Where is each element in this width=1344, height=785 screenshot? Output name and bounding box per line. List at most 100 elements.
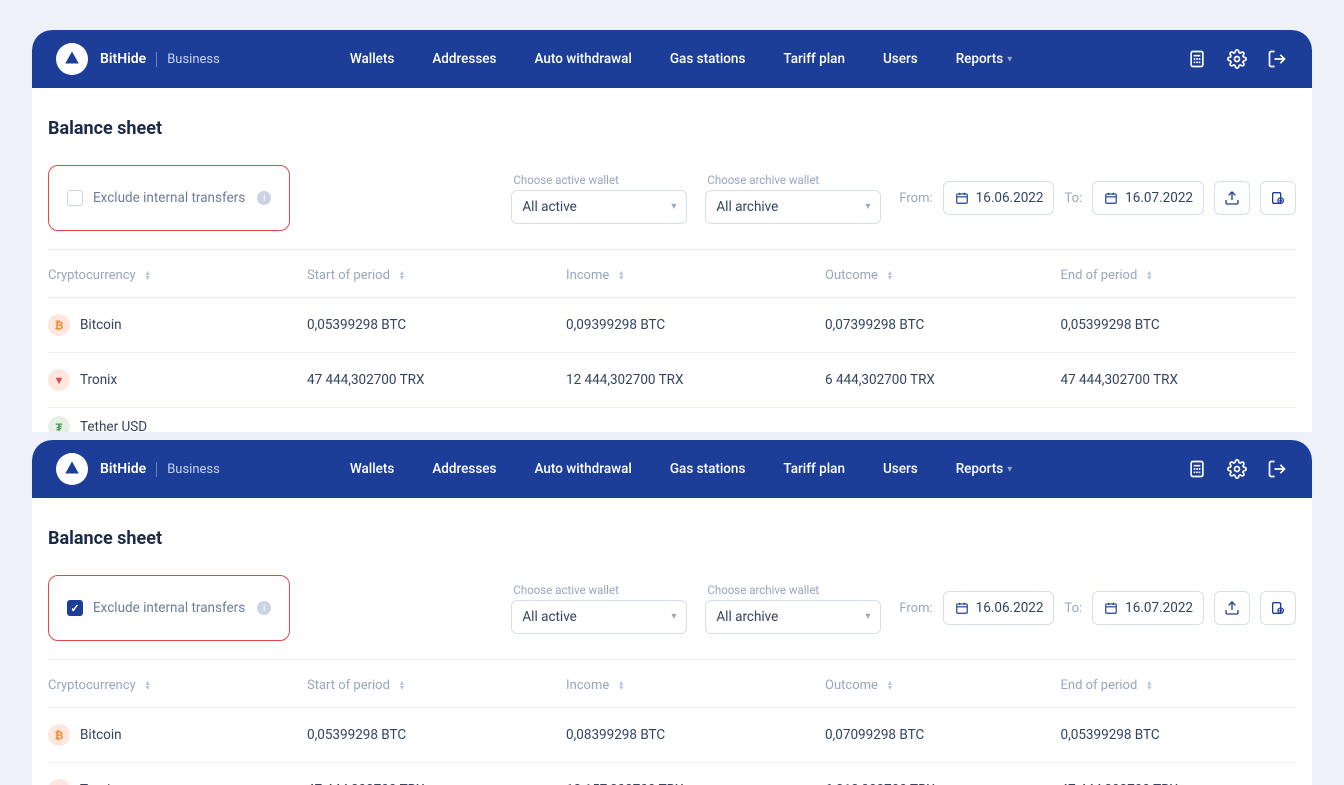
archive-wallet-select[interactable]: All archive▾ [705, 600, 881, 634]
nav-tariff[interactable]: Tariff plan [783, 461, 845, 477]
logo-icon [56, 43, 88, 75]
exclude-label: Exclude internal transfers [93, 190, 245, 206]
to-date-input[interactable]: 16.07.2022 [1092, 591, 1204, 625]
from-label: From: [899, 191, 932, 206]
filter-bar: Exclude internal transfers i Choose acti… [48, 575, 1296, 660]
nav-users[interactable]: Users [883, 51, 918, 67]
col-outcome[interactable]: Outcome [825, 678, 1060, 693]
sort-icon [1143, 679, 1155, 693]
main-nav: Wallets Addresses Auto withdrawal Gas st… [350, 461, 1012, 477]
table-row: ▼Tronix 47 444,302700 TRX 12 157,302700 … [48, 763, 1296, 785]
sort-icon [615, 269, 627, 283]
exclude-checkbox[interactable] [67, 190, 83, 206]
table-header: Cryptocurrency Start of period Income Ou… [48, 660, 1296, 708]
archive-wallet-label: Choose archive wallet [707, 583, 881, 597]
nav-reports[interactable]: Reports▾ [956, 461, 1013, 477]
app-bottom: BitHide Business Wallets Addresses Auto … [32, 440, 1312, 785]
cell-outcome: 0,07099298 BTC [825, 727, 1060, 743]
coin-name: Tronix [80, 372, 117, 388]
nav-wallets[interactable]: Wallets [350, 51, 395, 67]
col-cryptocurrency[interactable]: Cryptocurrency [48, 268, 307, 283]
active-wallet-select[interactable]: All active▾ [511, 600, 687, 634]
nav-users[interactable]: Users [883, 461, 918, 477]
nav-wallets[interactable]: Wallets [350, 461, 395, 477]
cell-income: 12 444,302700 TRX [566, 372, 825, 388]
gear-icon[interactable] [1226, 48, 1248, 70]
exclude-internal-transfers-box: Exclude internal transfers i [48, 575, 290, 641]
archive-wallet-label: Choose archive wallet [707, 173, 881, 187]
info-icon[interactable]: i [257, 601, 271, 615]
brand-name: BitHide [100, 461, 146, 477]
chevron-down-icon: ▾ [1007, 54, 1012, 65]
col-end[interactable]: End of period [1061, 268, 1296, 283]
nav-gas-stations[interactable]: Gas stations [670, 461, 746, 477]
nav-gas-stations[interactable]: Gas stations [670, 51, 746, 67]
table-row: ₿ Bitcoin 0,05399298 BTC 0,09399298 BTC 0… [48, 298, 1296, 353]
nav-addresses[interactable]: Addresses [432, 461, 496, 477]
bitcoin-icon: ₿ [48, 724, 70, 746]
main-nav: Wallets Addresses Auto withdrawal Gas st… [350, 51, 1012, 67]
calculator-icon[interactable] [1186, 458, 1208, 480]
nav-auto-withdrawal[interactable]: Auto withdrawal [534, 51, 631, 67]
coin-name: Tether USD [80, 419, 147, 432]
to-date-input[interactable]: 16.07.2022 [1092, 181, 1204, 215]
logout-icon[interactable] [1266, 458, 1288, 480]
col-outcome[interactable]: Outcome [825, 268, 1060, 283]
from-date-input[interactable]: 16.06.2022 [943, 591, 1055, 625]
exclude-internal-transfers-box: Exclude internal transfers i [48, 165, 290, 231]
cell-outcome: 0,07399298 BTC [825, 317, 1060, 333]
calendar-icon [1103, 600, 1119, 616]
cell-income: 0,08399298 BTC [566, 727, 825, 743]
table-header: Cryptocurrency Start of period Income Ou… [48, 250, 1296, 298]
nav-reports[interactable]: Reports▾ [956, 51, 1013, 67]
table-row: ₮ Tether USD [48, 408, 1296, 432]
col-start[interactable]: Start of period [307, 678, 566, 693]
coin-name: Bitcoin [80, 317, 122, 333]
cell-start: 0,05399298 BTC [307, 727, 566, 743]
cell-start: 0,05399298 BTC [307, 317, 566, 333]
exclude-checkbox[interactable] [67, 600, 83, 616]
nav-addresses[interactable]: Addresses [432, 51, 496, 67]
sort-icon [1143, 269, 1155, 283]
col-income[interactable]: Income [566, 678, 825, 693]
bitcoin-icon: ₿ [48, 314, 70, 336]
chevron-down-icon: ▾ [671, 201, 676, 212]
info-icon[interactable]: i [257, 191, 271, 205]
brand-name: BitHide [100, 51, 146, 67]
topbar: BitHide Business Wallets Addresses Auto … [32, 30, 1312, 88]
logout-icon[interactable] [1266, 48, 1288, 70]
col-end[interactable]: End of period [1061, 678, 1296, 693]
sort-icon [615, 679, 627, 693]
nav-auto-withdrawal[interactable]: Auto withdrawal [534, 461, 631, 477]
chevron-down-icon: ▾ [1007, 464, 1012, 475]
sort-icon [142, 269, 154, 283]
logo-icon [56, 453, 88, 485]
cell-end: 47 444,302700 TRX [1061, 372, 1296, 388]
archive-wallet-select[interactable]: All archive▾ [705, 190, 881, 224]
settings-report-button[interactable] [1260, 591, 1296, 625]
nav-tariff[interactable]: Tariff plan [783, 51, 845, 67]
calculator-icon[interactable] [1186, 48, 1208, 70]
active-wallet-label: Choose active wallet [513, 173, 687, 187]
col-cryptocurrency[interactable]: Cryptocurrency [48, 678, 307, 693]
active-wallet-select[interactable]: All active▾ [511, 190, 687, 224]
from-date-input[interactable]: 16.06.2022 [943, 181, 1055, 215]
chevron-down-icon: ▾ [865, 201, 870, 212]
export-button[interactable] [1214, 181, 1250, 215]
gear-icon[interactable] [1226, 458, 1248, 480]
cell-outcome: 6 444,302700 TRX [825, 372, 1060, 388]
app-top: BitHide Business Wallets Addresses Auto … [32, 30, 1312, 432]
sort-icon [396, 679, 408, 693]
page-title: Balance sheet [48, 118, 1296, 139]
settings-report-button[interactable] [1260, 181, 1296, 215]
table-row: ▼Tronix 47 444,302700 TRX 12 444,302700 … [48, 353, 1296, 408]
export-button[interactable] [1214, 591, 1250, 625]
brand-section: Business [156, 52, 220, 67]
col-income[interactable]: Income [566, 268, 825, 283]
cell-income: 0,09399298 BTC [566, 317, 825, 333]
col-start[interactable]: Start of period [307, 268, 566, 283]
cell-end: 0,05399298 BTC [1061, 317, 1296, 333]
tether-icon: ₮ [48, 416, 70, 432]
sort-icon [142, 679, 154, 693]
table-row: ₿Bitcoin 0,05399298 BTC 0,08399298 BTC 0… [48, 708, 1296, 763]
